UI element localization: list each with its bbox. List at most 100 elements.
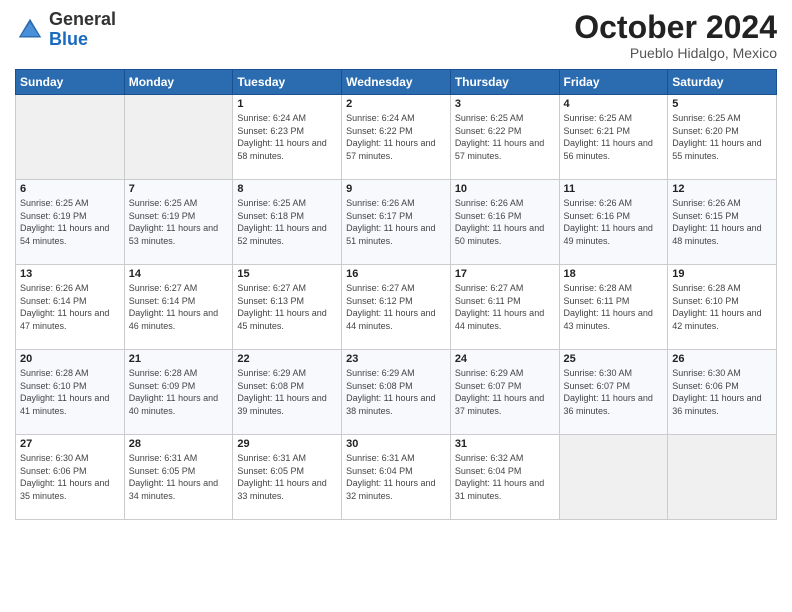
day-number: 25 xyxy=(564,353,664,365)
day-number: 1 xyxy=(237,98,337,110)
day-info: Sunrise: 6:27 AMSunset: 6:14 PMDaylight:… xyxy=(129,282,229,332)
table-row xyxy=(124,95,233,180)
col-thursday: Thursday xyxy=(450,70,559,95)
table-row: 24Sunrise: 6:29 AMSunset: 6:07 PMDayligh… xyxy=(450,350,559,435)
day-number: 8 xyxy=(237,183,337,195)
calendar-week-3: 13 Sunrise: 6:26 AMSunset: 6:14 PMDayligh… xyxy=(16,265,777,350)
table-row: 9 Sunrise: 6:26 AMSunset: 6:17 PMDaylight… xyxy=(342,180,451,265)
calendar-week-5: 27Sunrise: 6:30 AMSunset: 6:06 PMDayligh… xyxy=(16,435,777,520)
day-info: Sunrise: 6:27 AMSunset: 6:11 PMDaylight:… xyxy=(455,282,555,332)
col-wednesday: Wednesday xyxy=(342,70,451,95)
day-number: 28 xyxy=(129,438,229,450)
table-row: 11 Sunrise: 6:26 AMSunset: 6:16 PMDayligh… xyxy=(559,180,668,265)
table-row: 5 Sunrise: 6:25 AMSunset: 6:20 PMDaylight… xyxy=(668,95,777,180)
day-info: Sunrise: 6:26 AMSunset: 6:14 PMDaylight:… xyxy=(20,282,120,332)
table-row: 14Sunrise: 6:27 AMSunset: 6:14 PMDayligh… xyxy=(124,265,233,350)
day-number: 13 xyxy=(20,268,120,280)
table-row: 12 Sunrise: 6:26 AMSunset: 6:15 PMDayligh… xyxy=(668,180,777,265)
table-row: 27Sunrise: 6:30 AMSunset: 6:06 PMDayligh… xyxy=(16,435,125,520)
day-number: 24 xyxy=(455,353,555,365)
table-row: 31Sunrise: 6:32 AMSunset: 6:04 PMDayligh… xyxy=(450,435,559,520)
table-row: 15 Sunrise: 6:27 AMSunset: 6:13 PMDayligh… xyxy=(233,265,342,350)
day-number: 22 xyxy=(237,353,337,365)
col-monday: Monday xyxy=(124,70,233,95)
calendar-header-row: Sunday Monday Tuesday Wednesday Thursday… xyxy=(16,70,777,95)
day-number: 20 xyxy=(20,353,120,365)
day-info: Sunrise: 6:27 AMSunset: 6:13 PMDaylight:… xyxy=(237,282,337,332)
day-number: 19 xyxy=(672,268,772,280)
day-number: 6 xyxy=(20,183,120,195)
calendar-week-4: 20 Sunrise: 6:28 AMSunset: 6:10 PMDayligh… xyxy=(16,350,777,435)
day-info: Sunrise: 6:29 AMSunset: 6:08 PMDaylight:… xyxy=(346,367,446,417)
col-tuesday: Tuesday xyxy=(233,70,342,95)
table-row: 30Sunrise: 6:31 AMSunset: 6:04 PMDayligh… xyxy=(342,435,451,520)
month-title: October 2024 xyxy=(574,10,777,45)
page-header: General Blue October 2024 Pueblo Hidalgo… xyxy=(15,10,777,61)
day-number: 5 xyxy=(672,98,772,110)
day-info: Sunrise: 6:28 AMSunset: 6:10 PMDaylight:… xyxy=(20,367,120,417)
logo-icon xyxy=(15,15,45,45)
table-row xyxy=(559,435,668,520)
logo-general-text: General xyxy=(49,9,116,29)
day-number: 27 xyxy=(20,438,120,450)
day-number: 17 xyxy=(455,268,555,280)
day-info: Sunrise: 6:25 AMSunset: 6:19 PMDaylight:… xyxy=(20,197,120,247)
table-row: 23 Sunrise: 6:29 AMSunset: 6:08 PMDayligh… xyxy=(342,350,451,435)
day-info: Sunrise: 6:28 AMSunset: 6:10 PMDaylight:… xyxy=(672,282,772,332)
day-info: Sunrise: 6:30 AMSunset: 6:06 PMDaylight:… xyxy=(672,367,772,417)
table-row xyxy=(668,435,777,520)
day-number: 11 xyxy=(564,183,664,195)
day-info: Sunrise: 6:25 AMSunset: 6:22 PMDaylight:… xyxy=(455,112,555,162)
day-number: 3 xyxy=(455,98,555,110)
calendar-week-2: 6 Sunrise: 6:25 AMSunset: 6:19 PMDaylight… xyxy=(16,180,777,265)
day-info: Sunrise: 6:31 AMSunset: 6:05 PMDaylight:… xyxy=(237,452,337,502)
table-row: 20 Sunrise: 6:28 AMSunset: 6:10 PMDayligh… xyxy=(16,350,125,435)
table-row: 13 Sunrise: 6:26 AMSunset: 6:14 PMDayligh… xyxy=(16,265,125,350)
day-number: 12 xyxy=(672,183,772,195)
day-number: 21 xyxy=(129,353,229,365)
logo-blue-text: Blue xyxy=(49,29,88,49)
day-info: Sunrise: 6:25 AMSunset: 6:18 PMDaylight:… xyxy=(237,197,337,247)
calendar-table: Sunday Monday Tuesday Wednesday Thursday… xyxy=(15,69,777,520)
day-number: 15 xyxy=(237,268,337,280)
day-info: Sunrise: 6:26 AMSunset: 6:17 PMDaylight:… xyxy=(346,197,446,247)
day-number: 10 xyxy=(455,183,555,195)
day-number: 9 xyxy=(346,183,446,195)
day-info: Sunrise: 6:25 AMSunset: 6:21 PMDaylight:… xyxy=(564,112,664,162)
day-info: Sunrise: 6:26 AMSunset: 6:16 PMDaylight:… xyxy=(564,197,664,247)
table-row: 3 Sunrise: 6:25 AMSunset: 6:22 PMDaylight… xyxy=(450,95,559,180)
day-info: Sunrise: 6:31 AMSunset: 6:05 PMDaylight:… xyxy=(129,452,229,502)
table-row: 2 Sunrise: 6:24 AMSunset: 6:22 PMDaylight… xyxy=(342,95,451,180)
col-friday: Friday xyxy=(559,70,668,95)
day-info: Sunrise: 6:25 AMSunset: 6:19 PMDaylight:… xyxy=(129,197,229,247)
col-sunday: Sunday xyxy=(16,70,125,95)
day-info: Sunrise: 6:26 AMSunset: 6:16 PMDaylight:… xyxy=(455,197,555,247)
table-row xyxy=(16,95,125,180)
table-row: 1Sunrise: 6:24 AMSunset: 6:23 PMDaylight… xyxy=(233,95,342,180)
day-number: 2 xyxy=(346,98,446,110)
table-row: 17 Sunrise: 6:27 AMSunset: 6:11 PMDayligh… xyxy=(450,265,559,350)
day-number: 29 xyxy=(237,438,337,450)
table-row: 26Sunrise: 6:30 AMSunset: 6:06 PMDayligh… xyxy=(668,350,777,435)
table-row: 18Sunrise: 6:28 AMSunset: 6:11 PMDayligh… xyxy=(559,265,668,350)
table-row: 4 Sunrise: 6:25 AMSunset: 6:21 PMDaylight… xyxy=(559,95,668,180)
day-info: Sunrise: 6:29 AMSunset: 6:08 PMDaylight:… xyxy=(237,367,337,417)
day-info: Sunrise: 6:27 AMSunset: 6:12 PMDaylight:… xyxy=(346,282,446,332)
day-number: 23 xyxy=(346,353,446,365)
calendar-week-1: 1Sunrise: 6:24 AMSunset: 6:23 PMDaylight… xyxy=(16,95,777,180)
table-row: 8 Sunrise: 6:25 AMSunset: 6:18 PMDaylight… xyxy=(233,180,342,265)
day-info: Sunrise: 6:25 AMSunset: 6:20 PMDaylight:… xyxy=(672,112,772,162)
table-row: 25 Sunrise: 6:30 AMSunset: 6:07 PMDayligh… xyxy=(559,350,668,435)
table-row: 6 Sunrise: 6:25 AMSunset: 6:19 PMDaylight… xyxy=(16,180,125,265)
day-number: 31 xyxy=(455,438,555,450)
day-number: 7 xyxy=(129,183,229,195)
table-row: 19 Sunrise: 6:28 AMSunset: 6:10 PMDayligh… xyxy=(668,265,777,350)
table-row: 7 Sunrise: 6:25 AMSunset: 6:19 PMDaylight… xyxy=(124,180,233,265)
day-number: 4 xyxy=(564,98,664,110)
day-info: Sunrise: 6:24 AMSunset: 6:22 PMDaylight:… xyxy=(346,112,446,162)
day-number: 16 xyxy=(346,268,446,280)
day-info: Sunrise: 6:28 AMSunset: 6:09 PMDaylight:… xyxy=(129,367,229,417)
day-info: Sunrise: 6:26 AMSunset: 6:15 PMDaylight:… xyxy=(672,197,772,247)
day-info: Sunrise: 6:30 AMSunset: 6:07 PMDaylight:… xyxy=(564,367,664,417)
col-saturday: Saturday xyxy=(668,70,777,95)
